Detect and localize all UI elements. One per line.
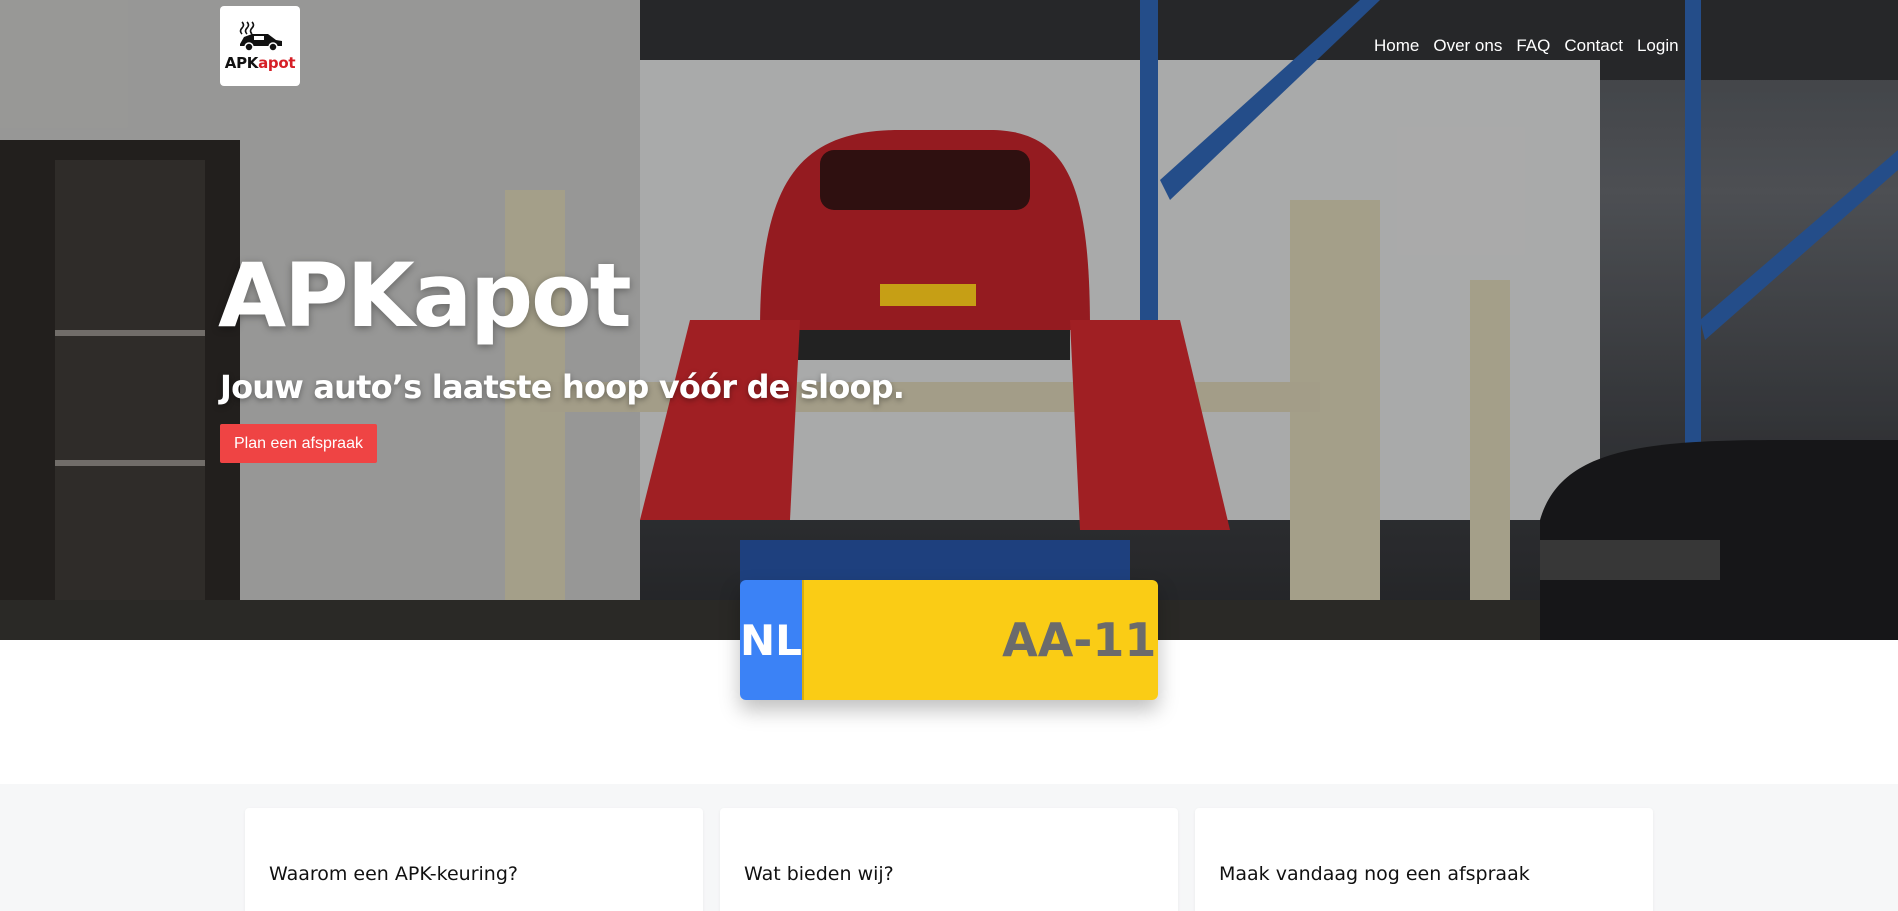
nav-item-home[interactable]: Home xyxy=(1374,36,1419,56)
logo-text-apot: apot xyxy=(258,54,296,72)
hero-section: APKapot Home Over ons FAQ Contact Login … xyxy=(0,0,1898,640)
card-title: Maak vandaag nog een afspraak xyxy=(1219,863,1530,885)
nav-item-over-ons[interactable]: Over ons xyxy=(1433,36,1502,56)
card-what-we-offer: Wat bieden wij? xyxy=(720,808,1178,911)
hero-subtitle: Jouw auto’s laatste hoop vóór de sloop. xyxy=(220,368,905,406)
card-title: Wat bieden wij? xyxy=(744,863,894,885)
card-why-apk: Waarom een APK-keuring? xyxy=(245,808,703,911)
logo[interactable]: APKapot xyxy=(220,6,300,86)
nav-item-faq[interactable]: FAQ xyxy=(1516,36,1550,56)
nav-item-login[interactable]: Login xyxy=(1637,36,1679,56)
license-plate-search: NL xyxy=(740,580,1158,700)
license-plate-input[interactable] xyxy=(801,580,1158,700)
card-title: Waarom een APK-keuring? xyxy=(269,863,518,885)
plate-country-badge: NL xyxy=(740,580,802,700)
main-nav: Home Over ons FAQ Contact Login xyxy=(1374,36,1679,56)
logo-text: APKapot xyxy=(224,54,296,72)
hero-title: APKapot xyxy=(218,244,632,347)
car-smoke-icon xyxy=(239,21,282,52)
plan-appointment-button[interactable]: Plan een afspraak xyxy=(220,424,377,463)
logo-text-apk: APK xyxy=(224,54,259,72)
nav-item-contact[interactable]: Contact xyxy=(1564,36,1623,56)
card-make-appointment: Maak vandaag nog een afspraak xyxy=(1195,808,1653,911)
